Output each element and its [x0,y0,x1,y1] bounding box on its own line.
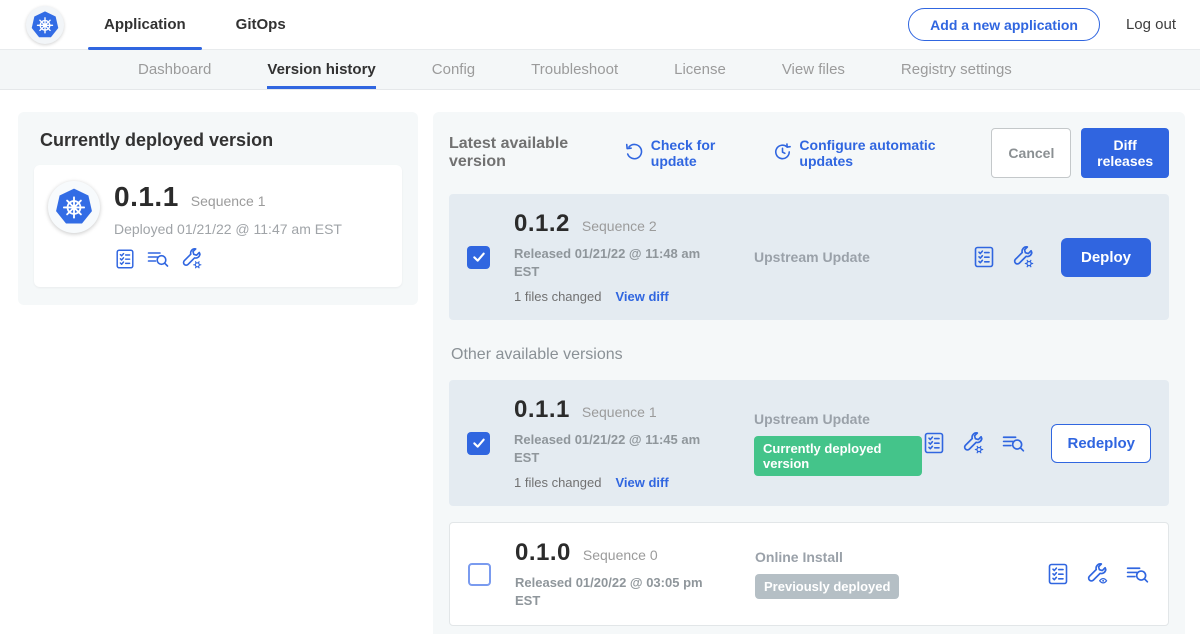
currently-deployed-card: Currently deployed version 0.1 [18,112,418,305]
released-timestamp: Released 01/20/22 @ 03:05 pm EST [515,574,705,609]
tab-registry-settings[interactable]: Registry settings [901,50,1012,89]
latest-version-header: Latest available version Check for updat… [449,128,1169,178]
check-for-update-link[interactable]: Check for update [625,137,748,169]
tab-license[interactable]: License [674,50,726,89]
files-changed-label: 1 files changed [514,289,601,304]
view-diff-link[interactable]: View diff [615,475,668,490]
version-number: 0.1.2 [514,210,570,238]
view-diff-link[interactable]: View diff [615,289,668,304]
edit-config-icon[interactable] [180,247,204,271]
version-number: 0.1.0 [515,539,571,567]
other-versions-title: Other available versions [451,346,1169,364]
previously-deployed-badge: Previously deployed [755,574,899,599]
version-row-0-1-1: 0.1.1 Sequence 1 Released 01/21/22 @ 11:… [449,380,1169,506]
version-checkbox[interactable] [468,563,491,586]
cancel-button[interactable]: Cancel [991,128,1071,178]
sequence-label: Sequence 2 [582,218,657,234]
schedule-update-icon [773,142,792,164]
add-application-button[interactable]: Add a new application [908,8,1100,41]
kubernetes-logo [26,6,64,44]
released-timestamp: Released 01/21/22 @ 11:45 am EST [514,431,704,466]
version-row-0-1-2: 0.1.2 Sequence 2 Released 01/21/22 @ 11:… [449,194,1169,320]
tab-version-history[interactable]: Version history [267,50,375,89]
currently-deployed-badge: Currently deployed version [754,436,922,476]
sequence-label: Sequence 0 [583,547,658,563]
deployed-version-box: 0.1.1 Sequence 1 Deployed 01/21/22 @ 11:… [34,165,402,287]
top-navbar: Application GitOps Add a new application… [0,0,1200,50]
version-checkbox[interactable] [467,432,490,455]
latest-version-title: Latest available version [449,135,607,171]
deploy-button[interactable]: Deploy [1061,238,1151,277]
version-number: 0.1.1 [514,396,570,424]
edit-config-icon[interactable] [961,431,986,456]
deployed-timestamp: Deployed 01/21/22 @ 11:47 am EST [114,221,342,237]
deployed-version-number: 0.1.1 [114,181,179,213]
redeploy-button[interactable]: Redeploy [1051,424,1151,463]
edit-config-icon[interactable] [1011,245,1036,270]
tab-config[interactable]: Config [432,50,475,89]
files-changed-label: 1 files changed [514,475,601,490]
preflight-checks-icon[interactable] [114,248,136,270]
refresh-icon [625,142,644,164]
currently-deployed-title: Currently deployed version [40,130,402,151]
version-source-label: Upstream Update [754,249,972,265]
version-source-label: Upstream Update [754,411,922,427]
app-sub-navbar: Dashboard Version history Config Trouble… [0,50,1200,90]
tab-application[interactable]: Application [100,0,190,50]
tab-gitops[interactable]: GitOps [232,0,290,50]
deployed-sequence-label: Sequence 1 [191,193,266,209]
diff-releases-button[interactable]: Diff releases [1081,128,1169,178]
view-config-icon[interactable] [1085,562,1110,587]
view-logs-icon[interactable] [1001,431,1026,456]
version-source-label: Online Install [755,549,1046,565]
preflight-checks-icon[interactable] [922,431,946,455]
tab-troubleshoot[interactable]: Troubleshoot [531,50,618,89]
released-timestamp: Released 01/21/22 @ 11:48 am EST [514,245,704,280]
tab-view-files[interactable]: View files [782,50,845,89]
tab-dashboard[interactable]: Dashboard [138,50,211,89]
logout-button[interactable]: Log out [1126,16,1176,33]
version-row-0-1-0: 0.1.0 Sequence 0 Released 01/20/22 @ 03:… [449,522,1169,626]
version-history-panel: Latest available version Check for updat… [433,112,1185,634]
preflight-checks-icon[interactable] [1046,562,1070,586]
preflight-checks-icon[interactable] [972,245,996,269]
view-logs-icon[interactable] [146,247,170,271]
sequence-label: Sequence 1 [582,404,657,420]
version-checkbox[interactable] [467,246,490,269]
app-logo [48,181,100,233]
view-logs-icon[interactable] [1125,562,1150,587]
configure-automatic-updates-link[interactable]: Configure automatic updates [773,137,965,169]
